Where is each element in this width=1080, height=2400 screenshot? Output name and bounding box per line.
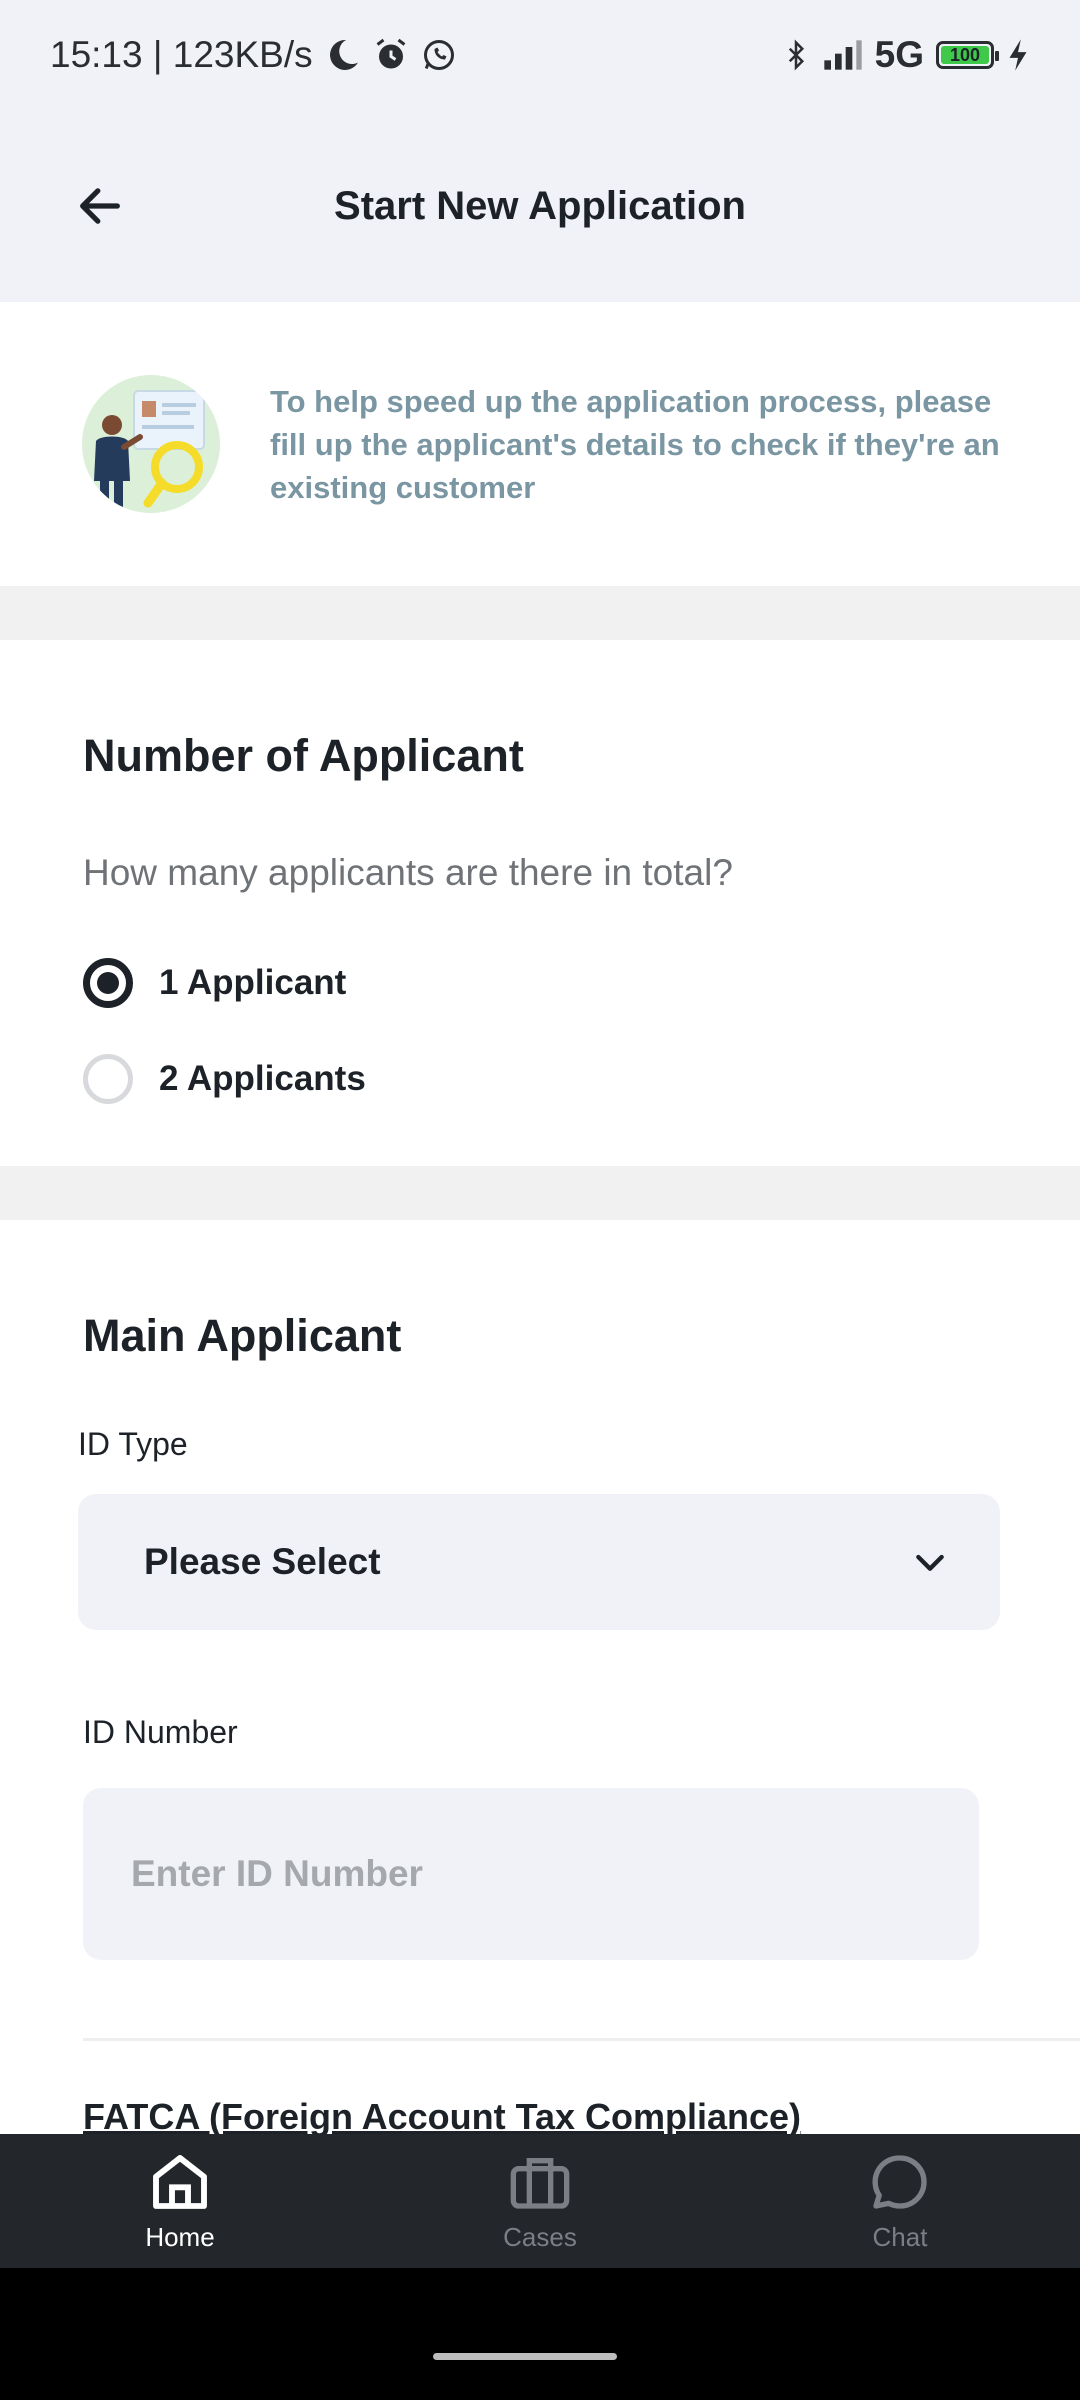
number-of-applicant-title: Number of Applicant [83,730,524,781]
radio-selected-indicator[interactable] [83,958,133,1008]
section-divider [0,586,1080,640]
app-header: Start New Application [0,110,1080,302]
back-button[interactable] [68,174,132,238]
fatca-title[interactable]: FATCA (Foreign Account Tax Compliance) [83,2096,801,2138]
radio-two-applicants[interactable]: 2 Applicants [83,1054,366,1104]
chevron-down-icon [916,1554,944,1571]
radio-unselected-indicator[interactable] [83,1054,133,1104]
nav-label: Home [145,2221,215,2252]
id-number-label: ID Number [83,1714,238,1750]
home-icon [153,2154,207,2209]
status-time-speed: 15:13 | 123KB/s [50,34,313,75]
status-right: 5G 100 [781,34,1030,76]
whatsapp-icon [421,37,457,73]
id-number-input[interactable] [83,1788,979,1960]
battery-icon: 100 [936,41,999,69]
nav-item-chat[interactable]: Chat [800,2150,1000,2253]
signal-icon [823,39,863,71]
id-type-label: ID Type [78,1426,188,1462]
briefcase-icon [510,2157,570,2209]
status-bar: 15:13 | 123KB/s 5G 100 [0,0,1080,110]
moon-icon [325,37,361,73]
alarm-clock-icon [373,37,409,73]
radio-label: 2 Applicants [159,1059,366,1098]
applicant-count-question: How many applicants are there in total? [83,852,733,893]
id-type-select[interactable]: Please Select [78,1494,1000,1630]
info-banner: To help speed up the application process… [0,302,1080,586]
info-text: To help speed up the application process… [270,383,1000,505]
radio-one-applicant[interactable]: 1 Applicant [83,958,346,1008]
nav-item-home[interactable]: Home [80,2150,280,2253]
chat-bubble-icon [872,2154,927,2209]
main-applicant-title: Main Applicant [83,1310,402,1361]
network-type: 5G [874,34,924,75]
page-title: Start New Application [334,183,746,228]
id-type-selected-value: Please Select [144,1541,381,1582]
bluetooth-icon [781,37,811,73]
customer-search-illustration [82,375,220,513]
battery-level: 100 [941,45,989,65]
arrow-left-icon [80,188,120,224]
section-divider [0,1166,1080,1220]
divider-line [83,2038,1080,2041]
bottom-navigation: Home Cases Chat [0,2134,1080,2268]
nav-item-cases[interactable]: Cases [440,2150,640,2253]
radio-label: 1 Applicant [159,963,347,1002]
nav-label: Chat [872,2221,928,2252]
home-gesture-bar[interactable] [433,2353,617,2360]
charging-bolt-icon [1006,38,1030,72]
status-left: 15:13 | 123KB/s [50,34,457,76]
nav-label: Cases [503,2221,577,2252]
system-gesture-area [0,2268,1080,2400]
